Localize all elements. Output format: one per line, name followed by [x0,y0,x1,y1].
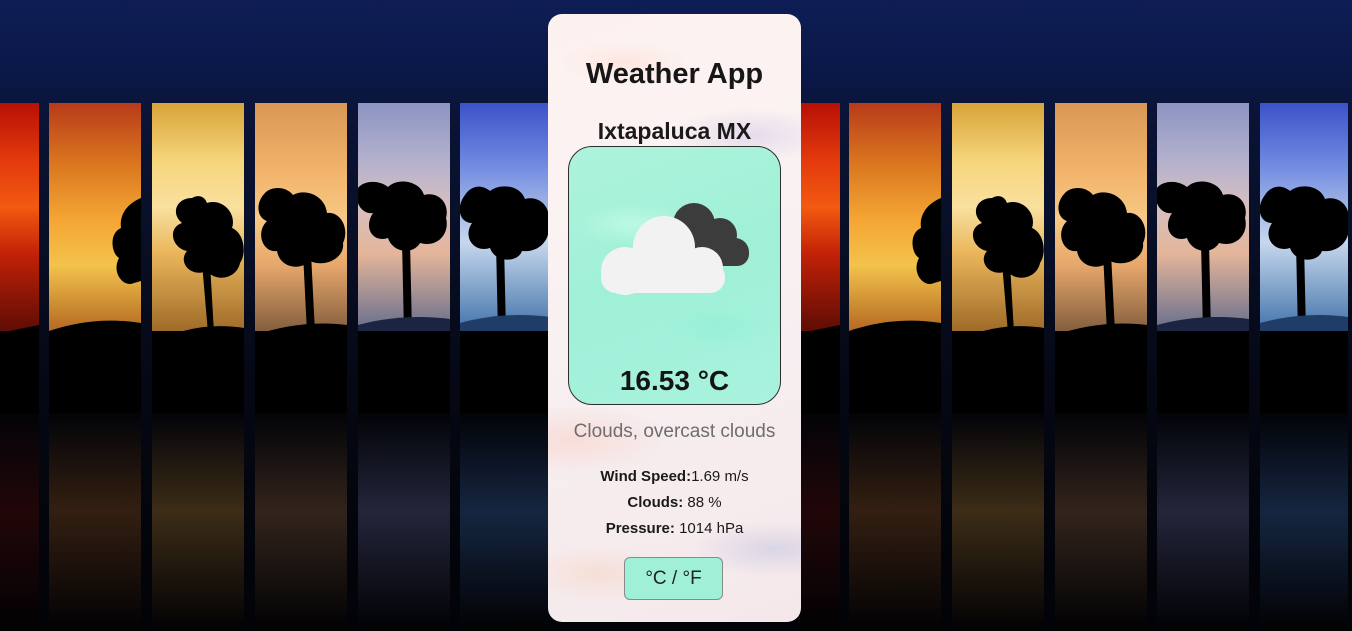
app-title: Weather App [585,58,764,90]
clouds-label: Clouds: [627,494,684,511]
wind-speed-value: 1.69 m/s [691,468,749,485]
background-strip [1055,103,1147,631]
weather-card: Weather App Ixtapaluca MX 16.53 °C Cloud… [548,14,801,622]
background-strip [49,103,141,631]
background-strip [952,103,1044,631]
background-strip [1260,103,1348,631]
weather-stats: Wind Speed:1.69 m/s Clouds: 88 % Pressur… [548,464,801,542]
background-strip [152,103,244,631]
wind-speed-label: Wind Speed: [600,468,692,485]
temperature-value: 16.53 °C [619,365,730,396]
background-strip [255,103,347,631]
background-strip [849,103,941,631]
pressure-value: 1014 hPa [674,520,744,537]
background-strip [0,103,39,631]
wind-speed-row: Wind Speed:1.69 m/s [548,464,801,490]
background-strip [460,103,550,631]
background-strip [801,103,840,631]
weather-display-panel: 16.53 °C [568,146,781,405]
pressure-row: Pressure: 1014 hPa [548,516,801,542]
location-name: Ixtapaluca MX [597,118,752,144]
unit-toggle-button[interactable]: °C / °F [624,557,723,600]
weather-description: Clouds, overcast clouds [573,421,776,442]
pressure-label: Pressure: [605,520,675,537]
cloud-icon [601,203,749,295]
background-strip [1157,103,1249,631]
background-strip [358,103,450,631]
clouds-value: 88 % [683,494,722,511]
clouds-row: Clouds: 88 % [548,490,801,516]
